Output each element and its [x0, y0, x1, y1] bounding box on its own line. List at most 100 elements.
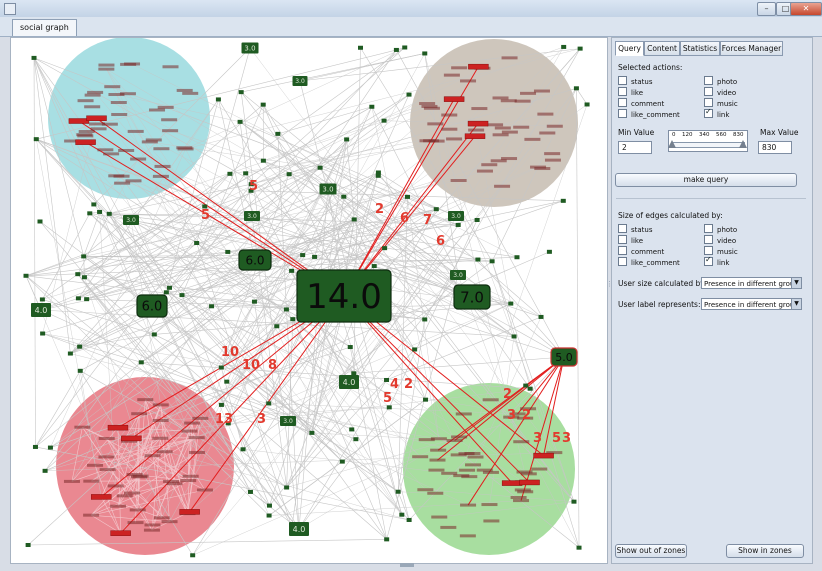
edge-comment-checkbox[interactable]: comment — [618, 246, 688, 256]
graph-node — [475, 257, 481, 262]
action-link-checkbox[interactable]: link — [704, 107, 774, 119]
graph-node — [571, 499, 577, 504]
bottom-resize-grip[interactable] — [400, 563, 414, 567]
checkbox-box[interactable] — [618, 246, 627, 255]
member-label — [431, 515, 448, 519]
edge-music-checkbox[interactable]: music — [704, 246, 774, 256]
checkbox-box[interactable] — [704, 87, 713, 96]
dropdown-arrow-icon[interactable]: ▼ — [791, 299, 801, 309]
checkbox-box[interactable] — [618, 98, 627, 107]
graph-svg[interactable]: 14.0 7.0 6.0 6.0 5.0 4.0 4.0 4.0 3.0 3.0 3.0 3.0 3.0… — [11, 38, 607, 563]
slider-low-handle[interactable] — [668, 140, 677, 148]
member-label — [443, 73, 460, 77]
close-button[interactable]: ✕ — [790, 2, 822, 16]
slider-high-handle[interactable] — [739, 140, 747, 148]
action-comment-checkbox[interactable]: comment — [618, 98, 688, 108]
member-label — [177, 147, 194, 151]
edge-weight-label: 10 — [242, 358, 260, 373]
checkbox-box[interactable] — [618, 224, 627, 233]
member-label — [109, 504, 126, 508]
checkbox-box[interactable] — [618, 257, 627, 266]
checkbox-label: like_comment — [631, 111, 680, 119]
member-label — [494, 184, 511, 188]
graph-node — [508, 301, 514, 306]
user-label-select[interactable]: Presence in different grou... ▼ — [701, 298, 802, 310]
checkbox-box[interactable] — [704, 76, 713, 85]
member-label — [544, 158, 561, 162]
graph-edge — [298, 379, 387, 530]
checkbox-box[interactable] — [704, 246, 713, 255]
slider-track[interactable] — [671, 142, 745, 148]
social-graph-canvas[interactable]: 14.0 7.0 6.0 6.0 5.0 4.0 4.0 4.0 3.0 3.0 3.0 3.0 3.0… — [10, 37, 608, 564]
edge-status-checkbox[interactable]: status — [618, 224, 688, 234]
tab-query[interactable]: Query — [615, 41, 644, 56]
edge-like-checkbox[interactable]: like — [618, 235, 688, 245]
tab-statistics[interactable]: Statistics — [680, 41, 720, 56]
range-slider[interactable]: 0 120 340 560 830 — [668, 130, 748, 152]
member-label — [196, 488, 213, 492]
action-like-checkbox[interactable]: like — [618, 87, 688, 97]
member-label — [130, 157, 147, 161]
edge-photo-checkbox[interactable]: photo — [704, 224, 774, 234]
checkbox-box[interactable] — [618, 109, 627, 118]
slider-tick: 560 — [716, 132, 727, 138]
checkbox-box[interactable] — [704, 235, 713, 244]
checkbox-box[interactable] — [618, 76, 627, 85]
graph-node — [31, 55, 37, 60]
edge-weight-label: 13 — [215, 412, 233, 427]
checkbox-box[interactable] — [618, 235, 627, 244]
member-label — [531, 467, 548, 471]
action-video-checkbox[interactable]: video — [704, 87, 774, 97]
dropdown-arrow-icon[interactable]: ▼ — [791, 278, 801, 288]
graph-node — [215, 97, 221, 102]
member-label — [153, 516, 170, 520]
member-label — [446, 439, 463, 443]
checkbox-box[interactable] — [704, 255, 713, 266]
tab-social-graph[interactable]: social graph — [12, 19, 77, 36]
member-label — [451, 435, 468, 439]
action-music-checkbox[interactable]: music — [704, 98, 774, 108]
graph-node — [381, 118, 387, 123]
checkbox-box[interactable] — [704, 224, 713, 233]
show-out-of-zones-button[interactable]: Show out of zones — [615, 544, 687, 558]
action-like-comment-checkbox[interactable]: like_comment — [618, 109, 688, 119]
action-status-checkbox[interactable]: status — [618, 76, 688, 86]
edge-weight-label: 3 — [257, 412, 266, 427]
graph-node — [422, 51, 428, 56]
member-label — [419, 139, 436, 143]
member-label — [166, 482, 183, 486]
minimize-button[interactable]: – — [757, 2, 776, 16]
graph-node — [91, 202, 97, 207]
edge-video-checkbox[interactable]: video — [704, 235, 774, 245]
edge-like-comment-checkbox[interactable]: like_comment — [618, 257, 688, 267]
checkbox-box[interactable] — [618, 87, 627, 96]
graph-node — [393, 47, 399, 52]
checkbox-box[interactable] — [704, 98, 713, 107]
graph-node — [284, 485, 290, 490]
show-in-zones-button[interactable]: Show in zones — [726, 544, 804, 558]
user-size-select[interactable]: Presence in different grou... ▼ — [701, 277, 802, 289]
member-label — [152, 174, 169, 178]
tab-forces-manager[interactable]: Forces Manager — [720, 41, 783, 56]
tab-content[interactable]: Content — [644, 41, 680, 56]
checkbox-label: video — [717, 89, 737, 97]
member-label — [176, 88, 193, 92]
member-label — [162, 65, 179, 69]
major-node-label: 7.0 — [460, 288, 484, 306]
graph-node — [511, 334, 517, 339]
action-photo-checkbox[interactable]: photo — [704, 76, 774, 86]
graph-node — [489, 259, 495, 264]
graph-edge — [28, 539, 387, 546]
split-pane-grip[interactable]: ⋮ — [606, 280, 613, 294]
checkbox-box[interactable] — [704, 107, 713, 118]
max-value-input[interactable]: 830 — [758, 141, 792, 154]
side-panel: Query Content Statistics Forces Manager … — [611, 37, 813, 564]
graph-node — [402, 45, 408, 50]
member-label — [441, 127, 458, 131]
edge-link-checkbox[interactable]: link — [704, 255, 774, 267]
min-value-input[interactable]: 2 — [618, 141, 652, 154]
member-label-selected — [519, 479, 540, 486]
make-query-button[interactable]: make query — [615, 173, 797, 187]
graph-edge — [79, 334, 155, 347]
member-label — [482, 470, 499, 474]
